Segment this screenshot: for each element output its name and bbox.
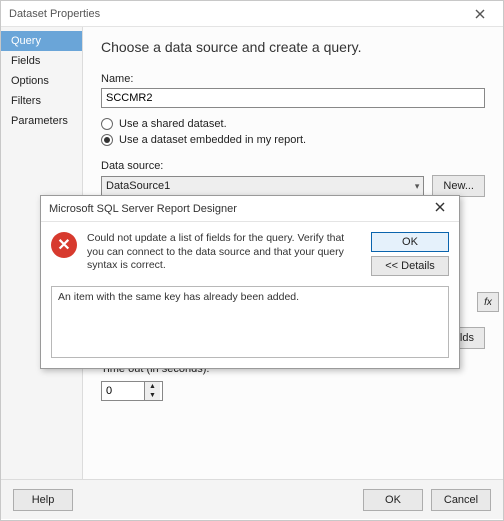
radio-label: Use a dataset embedded in my report. [119, 134, 306, 146]
datasource-label: Data source: [101, 160, 485, 172]
error-dialog-titlebar: Microsoft SQL Server Report Designer [41, 196, 459, 222]
sidebar-item-label: Query [11, 35, 41, 47]
window-title: Dataset Properties [9, 8, 100, 20]
sidebar-item-filters[interactable]: Filters [1, 91, 82, 111]
new-datasource-button[interactable]: New... [432, 175, 485, 197]
sidebar-item-fields[interactable]: Fields [1, 51, 82, 71]
error-details-text[interactable]: An item with the same key has already be… [51, 286, 449, 358]
radio-shared-dataset[interactable]: Use a shared dataset. [101, 118, 485, 130]
spinner-down-icon[interactable]: ▼ [145, 391, 160, 400]
sidebar-item-options[interactable]: Options [1, 71, 82, 91]
sidebar-item-query[interactable]: Query [1, 31, 82, 51]
close-icon [435, 202, 445, 212]
radio-label: Use a shared dataset. [119, 118, 227, 130]
error-dialog-title: Microsoft SQL Server Report Designer [49, 203, 237, 215]
sidebar-item-label: Options [11, 75, 49, 87]
radio-icon [101, 118, 113, 130]
timeout-input[interactable] [102, 382, 144, 400]
sidebar-item-label: Filters [11, 95, 41, 107]
window-titlebar: Dataset Properties [1, 1, 503, 27]
error-icon: ✕ [51, 232, 77, 258]
sidebar-item-label: Fields [11, 55, 40, 67]
timeout-spinner[interactable]: ▲ ▼ [101, 381, 163, 401]
datasource-value: DataSource1 [106, 180, 170, 192]
page-heading: Choose a data source and create a query. [101, 39, 485, 55]
error-dialog: Microsoft SQL Server Report Designer ✕ C… [40, 195, 460, 369]
ok-button[interactable]: OK [363, 489, 423, 511]
expression-button[interactable]: fx [477, 292, 499, 312]
radio-embedded-dataset[interactable]: Use a dataset embedded in my report. [101, 134, 485, 146]
spinner-up-icon[interactable]: ▲ [145, 382, 160, 391]
dialog-footer: Help OK Cancel [1, 479, 503, 519]
close-icon [475, 9, 485, 19]
error-ok-button[interactable]: OK [371, 232, 449, 252]
cancel-button[interactable]: Cancel [431, 489, 491, 511]
error-message: Could not update a list of fields for th… [87, 232, 361, 276]
help-button[interactable]: Help [13, 489, 73, 511]
sidebar-item-parameters[interactable]: Parameters [1, 111, 82, 131]
name-input[interactable] [101, 88, 485, 108]
name-label: Name: [101, 73, 485, 85]
sidebar-item-label: Parameters [11, 115, 68, 127]
window-close-button[interactable] [465, 4, 495, 24]
error-dialog-close-button[interactable] [429, 200, 451, 217]
error-details-button[interactable]: << Details [371, 256, 449, 276]
chevron-down-icon: ▾ [415, 181, 420, 192]
radio-icon [101, 134, 113, 146]
datasource-select[interactable]: DataSource1 ▾ [101, 176, 424, 196]
